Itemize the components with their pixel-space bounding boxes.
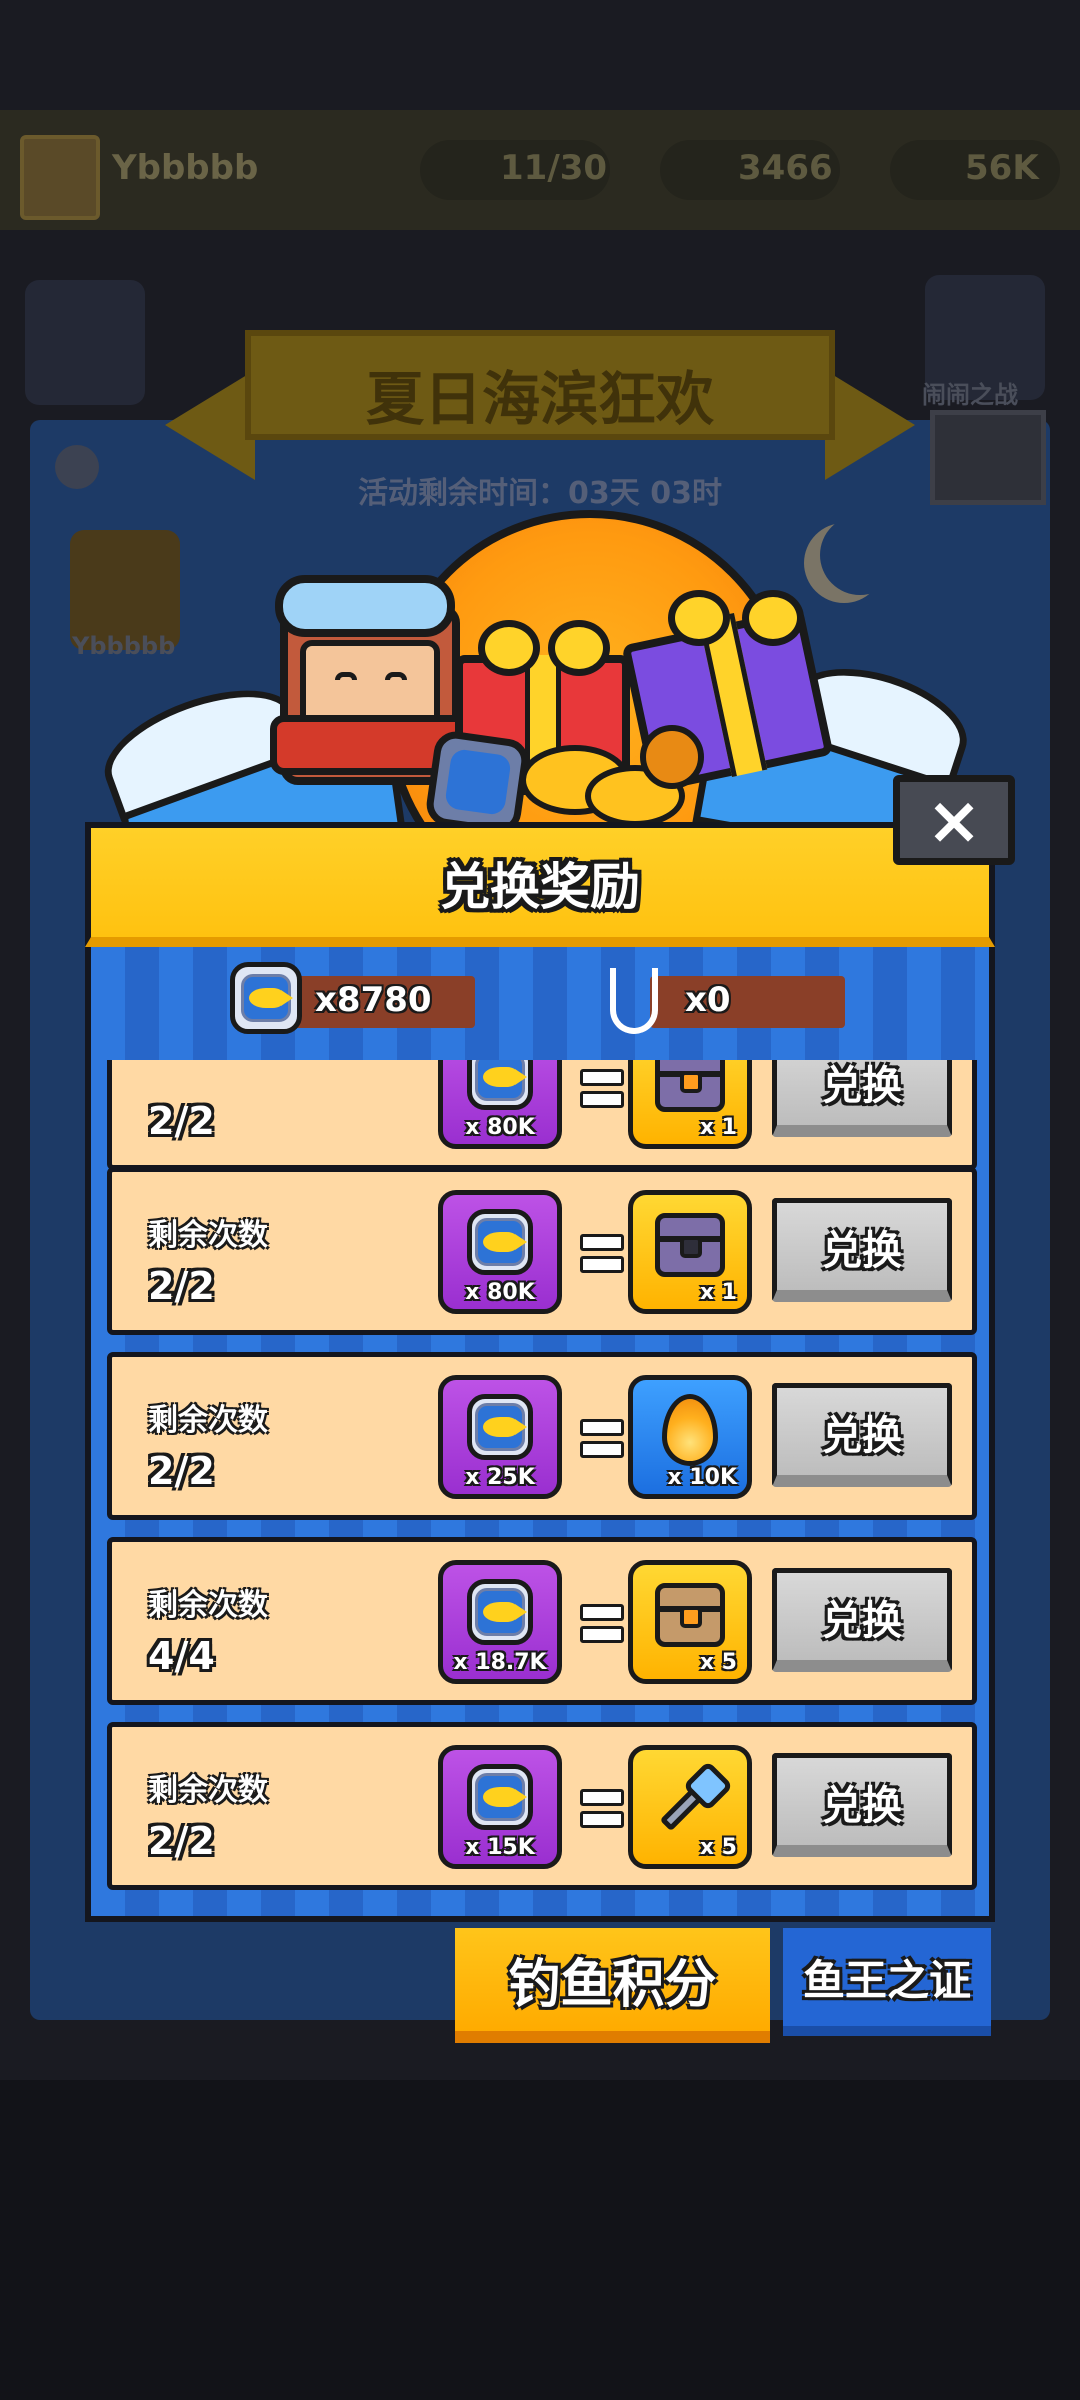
redeem-button-label: 兑换	[822, 1227, 902, 1274]
reward-list[interactable]: 2/2 x 80K x 1 兑换 剩余次数 2/2 x 80K x 1 兑换 剩…	[91, 1060, 989, 1890]
title-arrow-left	[165, 370, 255, 480]
equals-icon	[580, 1789, 624, 1829]
fish-badge-icon	[467, 1764, 533, 1830]
key-icon	[652, 1760, 734, 1840]
reward-box: x 1	[628, 1060, 752, 1149]
redeem-button-label: 兑换	[822, 1412, 902, 1459]
flame-icon	[662, 1394, 718, 1466]
cost-box: x 25K	[438, 1375, 562, 1499]
tab-fishing-points[interactable]: 钓鱼积分	[455, 1928, 770, 2043]
cost-box: x 15K	[438, 1745, 562, 1869]
reward-row: 剩余次数 2/2 x 80K x 1 兑换	[107, 1167, 977, 1335]
player-avatar[interactable]	[20, 135, 100, 220]
fish-badge-icon	[467, 1579, 533, 1645]
equals-icon	[580, 1419, 624, 1459]
tab-fish-king-proof[interactable]: 鱼王之证	[783, 1928, 991, 2036]
purple-gift-bow-left	[668, 590, 730, 646]
reward-box: x 10K	[628, 1375, 752, 1499]
stat-gems-value: 3466	[738, 148, 833, 188]
cost-box: x 18.7K	[438, 1560, 562, 1684]
currency-bar-hook	[650, 976, 845, 1028]
equals-icon	[580, 1234, 624, 1274]
reward-box: x 5	[628, 1745, 752, 1869]
modal-close-button[interactable]: ×	[893, 775, 1015, 865]
bottom-nav-background	[0, 2080, 1080, 2400]
reward-amount: x 5	[699, 1835, 737, 1860]
fish-badge-icon	[467, 1060, 533, 1110]
cost-amount: x 15K	[465, 1835, 535, 1860]
remaining-label: 剩余次数	[148, 1588, 268, 1623]
remaining-label: 剩余次数	[148, 1773, 268, 1808]
remaining-count: 2/2	[148, 1819, 215, 1863]
menu-button[interactable]	[25, 280, 145, 405]
event-title: 夏日海滨狂欢	[365, 365, 714, 433]
cost-amount: x 80K	[465, 1280, 535, 1305]
remaining-count: 2/2	[148, 1099, 215, 1143]
tab-fishing-points-label: 钓鱼积分	[508, 1955, 717, 2015]
fish-badge-icon	[467, 1209, 533, 1275]
dark-chest-icon	[655, 1213, 725, 1277]
cost-amount: x 25K	[465, 1465, 535, 1490]
fish-coin-icon	[640, 725, 704, 789]
purple-gift-bow-right	[742, 590, 804, 646]
event-close-button[interactable]	[930, 410, 1046, 505]
moon-icon	[820, 515, 900, 595]
reward-amount: x 1	[699, 1115, 737, 1140]
cost-amount: x 18.7K	[453, 1650, 547, 1675]
tab-fish-king-proof-label: 鱼王之证	[802, 1955, 971, 2005]
reward-box: x 5	[628, 1560, 752, 1684]
reward-row: 剩余次数 2/2 x 25K x 10K 兑换	[107, 1352, 977, 1520]
remaining-count: 4/4	[148, 1634, 215, 1678]
fishing-hook-icon	[610, 968, 658, 1034]
redeem-button-label: 兑换	[822, 1062, 902, 1109]
fish-badge-count: x8780	[315, 980, 432, 1020]
redeem-button[interactable]: 兑换	[772, 1753, 952, 1857]
red-gift-bow-left	[478, 620, 540, 676]
fish-badge-inner	[444, 748, 512, 816]
diver-eye-left	[335, 672, 357, 680]
modal-title: 兑换奖励	[440, 857, 640, 916]
side-event-label: 闹闹之战	[922, 381, 1018, 409]
reward-amount: x 5	[699, 1650, 737, 1675]
equals-icon	[580, 1069, 624, 1109]
reward-row: 2/2 x 80K x 1 兑换	[107, 1060, 977, 1170]
player-portrait-label: Ybbbbb	[72, 632, 176, 660]
diver-goggles	[275, 575, 455, 637]
fish-badge-icon	[467, 1394, 533, 1460]
remaining-label: 剩余次数	[148, 1403, 268, 1438]
cost-amount: x 80K	[465, 1115, 535, 1140]
player-name: Ybbbbb	[112, 148, 259, 188]
title-arrow-right	[825, 370, 915, 480]
hook-count: x0	[685, 980, 731, 1020]
redeem-button[interactable]: 兑换	[772, 1383, 952, 1487]
redeem-button[interactable]: 兑换	[772, 1060, 952, 1137]
reward-row: 剩余次数 4/4 x 18.7K x 5 兑换	[107, 1537, 977, 1705]
chest-icon	[655, 1583, 725, 1647]
reward-row: 剩余次数 2/2 x 15K x 5 兑换	[107, 1722, 977, 1890]
modal-header: 兑换奖励	[85, 822, 995, 947]
diver-eye-right	[385, 672, 407, 680]
equals-icon	[580, 1604, 624, 1644]
redeem-button-label: 兑换	[822, 1782, 902, 1829]
fish-badge-icon	[230, 962, 302, 1034]
redeem-button[interactable]: 兑换	[772, 1198, 952, 1302]
redeem-button[interactable]: 兑换	[772, 1568, 952, 1672]
stat-energy-value: 11/30	[500, 148, 608, 188]
remaining-count: 2/2	[148, 1449, 215, 1493]
hex-chest-icon	[655, 1060, 725, 1112]
stat-coins-value: 56K	[965, 148, 1039, 188]
cost-box: x 80K	[438, 1190, 562, 1314]
info-icon[interactable]	[55, 445, 99, 489]
red-gift-bow-right	[548, 620, 610, 676]
remaining-label: 剩余次数	[148, 1218, 268, 1253]
reward-amount: x 10K	[667, 1465, 737, 1490]
reward-box: x 1	[628, 1190, 752, 1314]
reward-amount: x 1	[699, 1280, 737, 1305]
event-timer: 活动剩余时间：03天 03时	[358, 476, 722, 511]
remaining-count: 2/2	[148, 1264, 215, 1308]
cost-box: x 80K	[438, 1060, 562, 1149]
redeem-button-label: 兑换	[822, 1597, 902, 1644]
